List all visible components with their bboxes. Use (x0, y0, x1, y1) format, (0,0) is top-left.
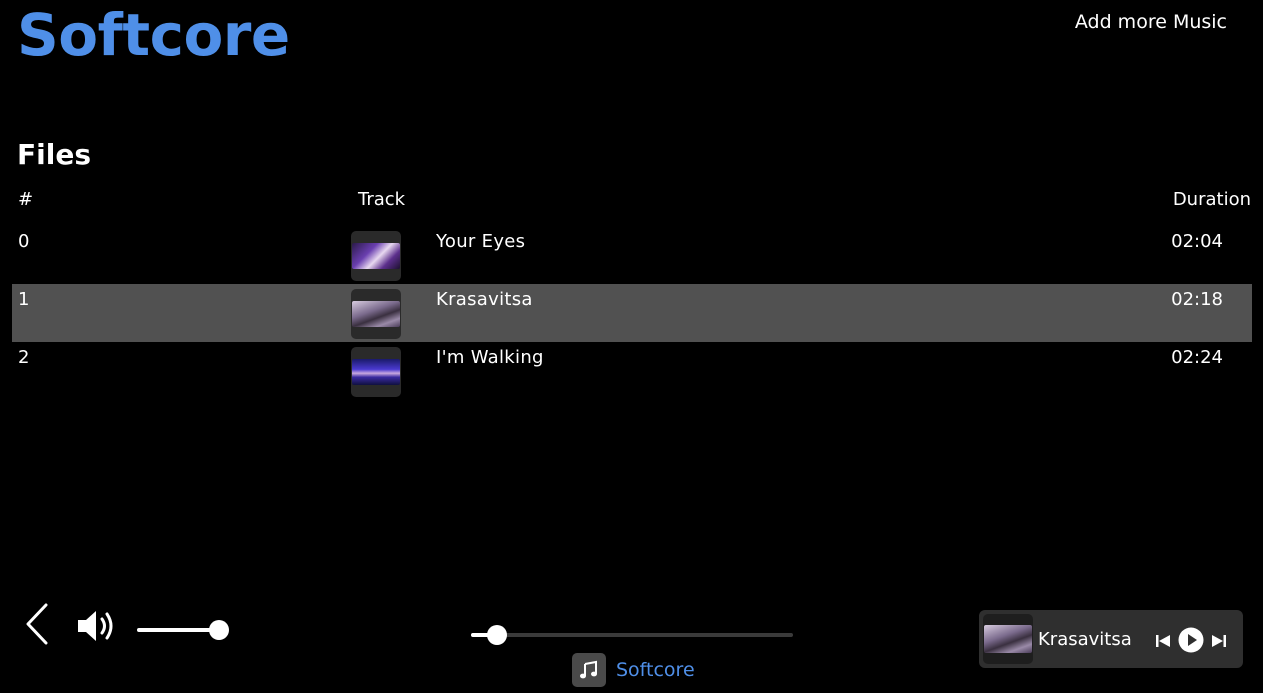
app-title: Softcore (17, 1, 290, 69)
now-playing-title: Krasavitsa (1038, 629, 1132, 650)
track-number: 2 (18, 347, 30, 368)
track-title: I'm Walking (436, 347, 544, 368)
track-artwork (351, 347, 401, 397)
chevron-left-icon (26, 603, 48, 645)
track-duration: 02:18 (1171, 289, 1223, 310)
track-title: Krasavitsa (436, 289, 533, 310)
playlist-name: Softcore (616, 659, 695, 681)
track-title: Your Eyes (436, 231, 526, 252)
column-header-duration: Duration (1172, 189, 1251, 210)
track-artwork (351, 289, 401, 339)
next-track-button[interactable] (1211, 633, 1227, 649)
track-list: 0 Your Eyes 02:04 1 Krasavitsa 02:18 2 I… (12, 226, 1252, 400)
music-note-icon (572, 653, 606, 687)
column-header-track: Track (358, 189, 406, 210)
skip-previous-icon (1156, 635, 1170, 647)
volume-slider-handle[interactable] (209, 620, 229, 640)
play-button[interactable] (1178, 627, 1204, 653)
back-button[interactable] (24, 602, 54, 646)
track-row[interactable]: 0 Your Eyes 02:04 (12, 226, 1252, 284)
add-more-music-button[interactable]: Add more Music (1075, 11, 1227, 33)
track-number: 0 (18, 231, 30, 252)
previous-track-button[interactable] (1155, 633, 1171, 649)
track-row[interactable]: 2 I'm Walking 02:24 (12, 342, 1252, 400)
skip-next-icon (1212, 635, 1226, 647)
volume-button[interactable] (76, 607, 120, 645)
speaker-volume-icon (78, 611, 113, 641)
track-artwork (351, 231, 401, 281)
play-icon (1178, 627, 1204, 653)
track-duration: 02:04 (1171, 231, 1223, 252)
seek-bar[interactable] (471, 625, 793, 646)
track-number: 1 (18, 289, 30, 310)
track-duration: 02:24 (1171, 347, 1223, 368)
current-playlist-link[interactable]: Softcore (572, 653, 695, 687)
seek-bar-handle[interactable] (487, 625, 508, 645)
volume-slider-fill (137, 628, 219, 632)
section-title-files: Files (17, 138, 91, 171)
seek-bar-track (471, 633, 793, 637)
now-playing-artwork (983, 614, 1033, 664)
track-row[interactable]: 1 Krasavitsa 02:18 (12, 284, 1252, 342)
column-header-number: # (18, 189, 34, 210)
volume-slider[interactable] (137, 620, 237, 640)
now-playing-bar: Krasavitsa (979, 610, 1243, 668)
